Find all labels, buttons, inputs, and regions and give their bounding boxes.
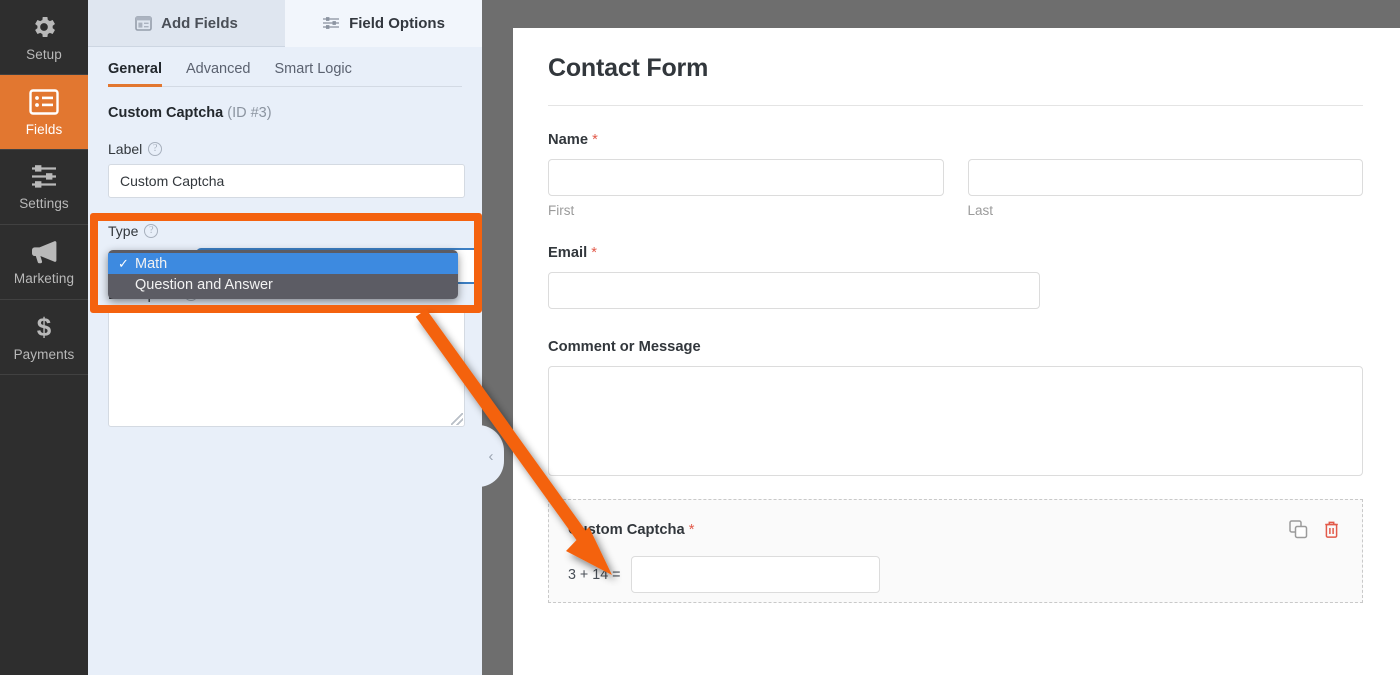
- last-name-input[interactable]: [967, 159, 1363, 196]
- tab-field-options[interactable]: Field Options: [285, 0, 482, 47]
- first-name-sublabel: First: [548, 203, 575, 218]
- left-sidebar: Setup Fields Settings Marketing $ Paymen…: [0, 0, 88, 675]
- label-text: Type: [108, 223, 139, 239]
- preview-field-name: Name * First Last: [548, 132, 1363, 218]
- tab-label: Add Fields: [161, 14, 238, 32]
- form-builder-app: Setup Fields Settings Marketing $ Paymen…: [0, 0, 1400, 675]
- email-input[interactable]: [548, 272, 1040, 309]
- sidebar-item-marketing[interactable]: Marketing: [0, 225, 88, 300]
- type-dropdown-menu[interactable]: ✓ Math ✓ Question and Answer: [108, 250, 458, 299]
- dropdown-option-math[interactable]: ✓ Math: [108, 253, 458, 274]
- field-actions: [1289, 520, 1340, 539]
- sidebar-item-setup[interactable]: Setup: [0, 0, 88, 75]
- help-icon[interactable]: ?: [148, 142, 163, 156]
- check-icon: ✓: [118, 277, 135, 293]
- description-wrap: [108, 309, 465, 427]
- field-label: Email *: [548, 245, 1363, 261]
- preview-field-email: Email *: [548, 245, 1363, 309]
- captcha-question: 3 + 14 =: [568, 566, 621, 583]
- panel-tab-bar: Add Fields Field Options: [88, 0, 482, 47]
- field-label: Name *: [548, 132, 1363, 148]
- field-options-panel: Add Fields Field Options General Advance…: [88, 0, 553, 675]
- preview-field-message: Comment or Message: [548, 339, 1363, 476]
- sidebar-item-payments[interactable]: $ Payments: [0, 300, 88, 375]
- sidebar-item-label: Marketing: [13, 271, 75, 286]
- resize-handle-icon[interactable]: [451, 413, 463, 425]
- required-marker: *: [688, 521, 695, 538]
- tab-label: Field Options: [349, 14, 445, 32]
- sidebar-item-label: Fields: [25, 121, 63, 137]
- field-label-text: Email: [548, 245, 588, 261]
- panel-divider: [482, 0, 513, 675]
- last-name-col: Last: [967, 159, 1363, 218]
- message-textarea[interactable]: [548, 366, 1363, 476]
- page-title: Contact Form: [548, 54, 1363, 106]
- first-name-col: First: [548, 159, 944, 218]
- dollar-icon: $: [31, 312, 57, 342]
- duplicate-icon[interactable]: [1289, 520, 1308, 539]
- label-text: Label: [108, 141, 143, 157]
- gear-icon: [30, 13, 58, 41]
- name-subfields: First Last: [548, 159, 1363, 218]
- sidebar-item-fields[interactable]: Fields: [0, 75, 88, 150]
- preview-field-captcha[interactable]: Custom Captcha * 3 + 14 =: [548, 499, 1363, 603]
- trash-icon[interactable]: [1323, 520, 1340, 539]
- captcha-row: 3 + 14 =: [568, 556, 1340, 593]
- dropdown-option-question-and-answer[interactable]: ✓ Question and Answer: [108, 274, 458, 295]
- field-label-text: Custom Captcha: [568, 521, 685, 538]
- type-field-label: Type ?: [108, 223, 462, 239]
- list-icon: [29, 88, 59, 116]
- svg-text:$: $: [37, 313, 52, 341]
- label-input[interactable]: Custom Captcha: [108, 164, 465, 198]
- required-marker: *: [592, 132, 598, 148]
- panel-icon: [135, 15, 152, 31]
- sidebar-item-settings[interactable]: Settings: [0, 150, 88, 225]
- sidebar-item-label: Payments: [13, 346, 75, 362]
- first-name-input[interactable]: [548, 159, 944, 196]
- dropdown-option-label: Question and Answer: [135, 276, 273, 293]
- tab-add-fields[interactable]: Add Fields: [88, 0, 285, 47]
- field-heading: Custom Captcha (ID #3): [108, 105, 462, 121]
- sidebar-item-label: Setup: [26, 46, 62, 62]
- sidebar-item-label: Settings: [19, 196, 69, 211]
- field-label-text: Comment or Message: [548, 339, 701, 355]
- form-preview: Contact Form Name * First Last Email * C…: [513, 28, 1400, 675]
- subtab-smart-logic[interactable]: Smart Logic: [275, 61, 352, 86]
- field-heading-id: (ID #3): [227, 105, 272, 121]
- field-label-text: Name: [548, 132, 589, 148]
- description-textarea[interactable]: [108, 309, 465, 427]
- check-icon: ✓: [118, 255, 129, 271]
- form-preview-inner: Contact Form Name * First Last Email * C…: [513, 28, 1400, 603]
- dropdown-option-label: Math: [135, 255, 168, 272]
- last-name-sublabel: Last: [967, 203, 994, 218]
- captcha-answer-input[interactable]: [631, 556, 881, 593]
- field-heading-name: Custom Captcha: [108, 105, 224, 121]
- chevron-left-icon: ‹: [488, 447, 494, 465]
- megaphone-icon: [29, 238, 59, 265]
- sliders-icon: [322, 16, 340, 30]
- label-field-label: Label ?: [108, 141, 462, 157]
- subtab-advanced[interactable]: Advanced: [186, 61, 251, 86]
- field-label: Custom Captcha *: [568, 522, 695, 538]
- sub-tab-bar: General Advanced Smart Logic: [108, 47, 462, 87]
- subtab-general[interactable]: General: [108, 61, 162, 87]
- required-marker: *: [591, 245, 597, 261]
- sliders-icon: [29, 163, 59, 190]
- help-icon[interactable]: ?: [144, 224, 159, 238]
- captcha-header: Custom Captcha *: [568, 520, 1340, 539]
- field-label: Comment or Message: [548, 339, 1363, 355]
